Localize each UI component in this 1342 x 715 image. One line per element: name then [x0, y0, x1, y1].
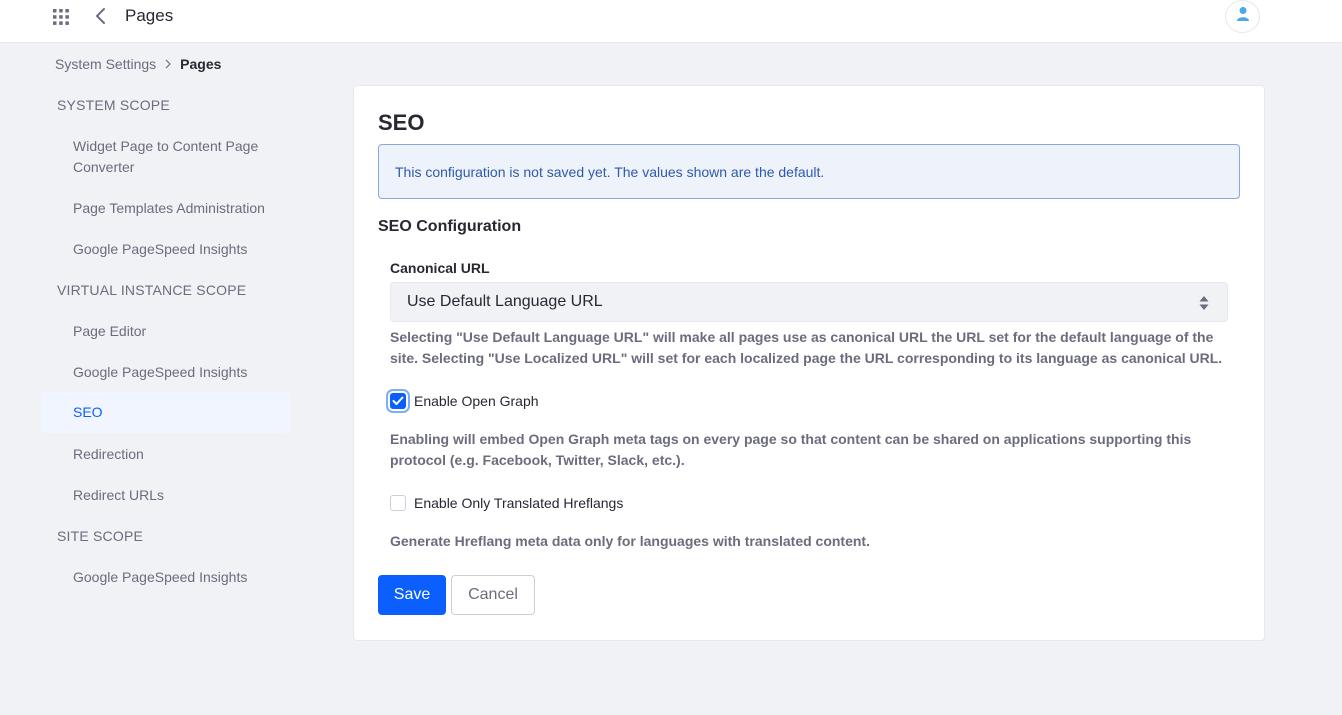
- user-avatar-button[interactable]: [1225, 0, 1260, 33]
- grid-icon[interactable]: [53, 9, 69, 25]
- site-scope-title: SITE SCOPE: [57, 528, 144, 544]
- canonical-url-label: Canonical URL: [390, 260, 490, 276]
- canonical-url-help: Selecting "Use Default Language URL" wil…: [390, 329, 1223, 366]
- open-graph-row[interactable]: Enable Open Graph: [390, 393, 539, 409]
- info-alert: This configuration is not saved yet. The…: [378, 144, 1240, 199]
- chevron-left-icon[interactable]: [94, 7, 108, 25]
- sidebar-item-page-templates[interactable]: Page Templates Administration: [41, 198, 291, 219]
- save-button[interactable]: Save: [378, 575, 446, 615]
- top-bar: Pages: [0, 0, 1342, 43]
- hreflangs-row[interactable]: Enable Only Translated Hreflangs: [390, 495, 623, 511]
- sidebar-item-pagespeed-site[interactable]: Google PageSpeed Insights: [41, 567, 291, 588]
- panel-title: SEO: [378, 110, 425, 135]
- section-title: SEO Configuration: [378, 218, 522, 235]
- open-graph-label: Enable Open Graph: [414, 393, 539, 409]
- sidebar-item-seo[interactable]: SEO: [41, 392, 291, 433]
- open-graph-help: Enabling will embed Open Graph meta tags…: [390, 431, 1192, 468]
- open-graph-checkbox[interactable]: [390, 393, 406, 409]
- breadcrumb-pages: Pages: [180, 56, 222, 72]
- page-title: Pages: [125, 6, 174, 25]
- sidebar-item-widget-page-converter[interactable]: Widget Page to Content Page Converter: [41, 136, 291, 178]
- sidebar-item-redirect-urls[interactable]: Redirect URLs: [41, 485, 291, 506]
- hreflangs-checkbox[interactable]: [390, 495, 406, 511]
- virtual-instance-scope-title: VIRTUAL INSTANCE SCOPE: [57, 282, 247, 298]
- breadcrumb-system-settings[interactable]: System Settings: [55, 56, 156, 72]
- user-icon: [1236, 6, 1250, 27]
- select-caret-icon: [1199, 295, 1209, 311]
- seo-config-panel: SEO This configuration is not saved yet.…: [353, 85, 1265, 641]
- hreflangs-label: Enable Only Translated Hreflangs: [414, 495, 624, 511]
- sidebar-item-pagespeed-system[interactable]: Google PageSpeed Insights: [41, 239, 291, 260]
- system-scope-title: SYSTEM SCOPE: [57, 97, 170, 113]
- sidebar-item-page-editor[interactable]: Page Editor: [41, 321, 291, 342]
- check-icon: [392, 396, 404, 405]
- canonical-url-select[interactable]: Use Default Language URL: [390, 282, 1228, 322]
- sidebar-item-redirection[interactable]: Redirection: [41, 444, 291, 465]
- hreflangs-help: Generate Hreflang meta data only for lan…: [390, 533, 870, 549]
- cancel-button[interactable]: Cancel: [451, 575, 535, 615]
- breadcrumb: System Settings Pages: [55, 56, 221, 72]
- alert-text: This configuration is not saved yet. The…: [395, 163, 825, 180]
- sidebar-item-pagespeed-instance[interactable]: Google PageSpeed Insights: [41, 362, 291, 383]
- chevron-right-icon: [165, 56, 172, 72]
- canonical-url-value: Use Default Language URL: [407, 293, 603, 310]
